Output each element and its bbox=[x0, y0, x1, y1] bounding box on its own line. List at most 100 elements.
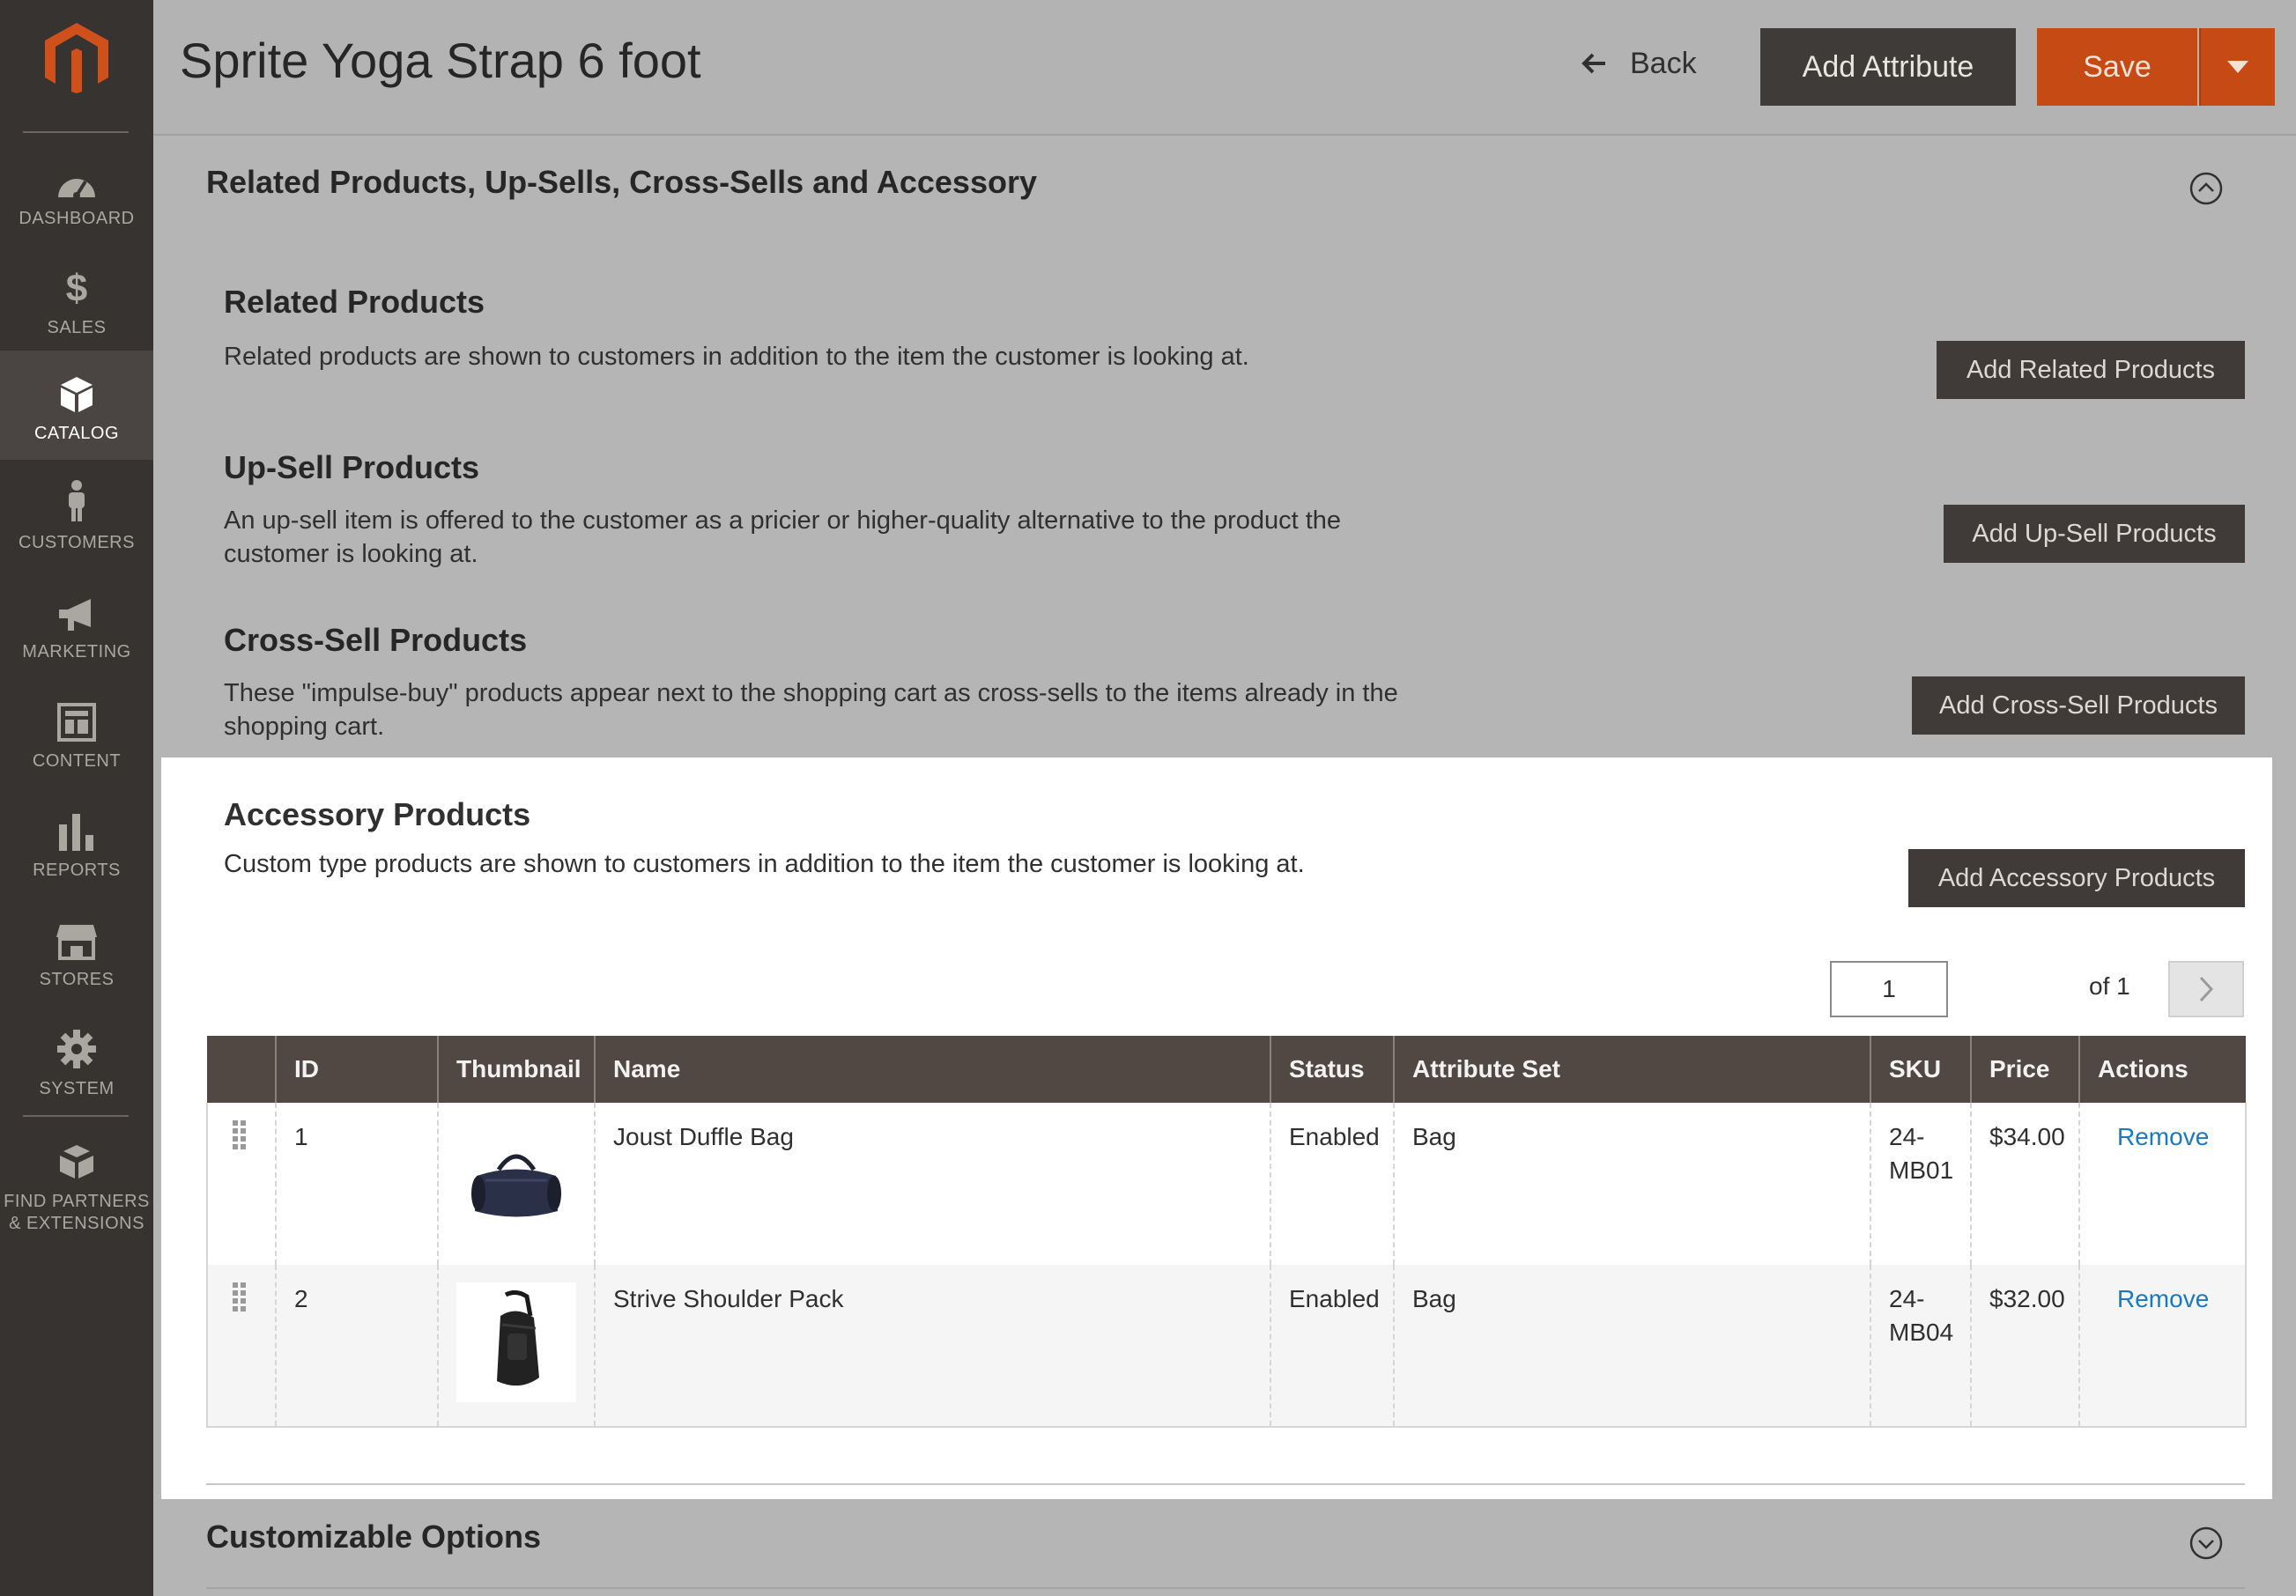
add-upsell-products-button[interactable]: Add Up-Sell Products bbox=[1944, 505, 2245, 563]
megaphone-icon bbox=[56, 588, 98, 632]
sidebar-label: & EXTENSIONS bbox=[9, 1214, 144, 1233]
grid-header-row: ID Thumbnail Name Status Attribute Set S… bbox=[207, 1036, 2246, 1103]
drag-handle[interactable] bbox=[206, 1103, 276, 1265]
sidebar-item-content[interactable]: CONTENT bbox=[0, 678, 153, 787]
caret-down-icon bbox=[2227, 61, 2248, 73]
admin-sidebar: DASHBOARD $ SALES CATALOG CUSTOMERS MARK… bbox=[0, 0, 153, 1596]
cell-status: Enabled bbox=[1270, 1103, 1394, 1265]
page-header: Sprite Yoga Strap 6 foot Back Add Attrib… bbox=[153, 0, 2296, 136]
chevron-right-icon bbox=[2199, 976, 2214, 1002]
column-header-id[interactable]: ID bbox=[275, 1036, 438, 1103]
sidebar-item-customers[interactable]: CUSTOMERS bbox=[0, 460, 153, 569]
gear-icon bbox=[56, 1025, 97, 1069]
table-row: 2 Strive Shoulder Pack Enabled Bag 24- M… bbox=[206, 1265, 2247, 1428]
drag-handle[interactable] bbox=[206, 1265, 276, 1428]
sidebar-item-stores[interactable]: STORES bbox=[0, 897, 153, 1006]
expand-section-icon[interactable] bbox=[2189, 1526, 2224, 1561]
table-row: 1 Joust Duffle Bag Enabled Bag 24- MB01 bbox=[206, 1103, 2247, 1265]
upsell-products-title: Up-Sell Products bbox=[224, 449, 480, 485]
drag-grip-icon bbox=[233, 1120, 246, 1149]
cell-name: Strive Shoulder Pack bbox=[594, 1265, 1270, 1428]
cell-attribute-set: Bag bbox=[1393, 1103, 1870, 1265]
sidebar-label: CATALOG bbox=[33, 424, 120, 443]
shoulder-pack-image bbox=[497, 1289, 539, 1386]
section-divider bbox=[206, 1483, 2245, 1485]
add-related-products-button[interactable]: Add Related Products bbox=[1937, 341, 2245, 399]
cell-attribute-set: Bag bbox=[1393, 1265, 1870, 1428]
bar-chart-icon bbox=[57, 807, 96, 851]
cell-actions: Remove bbox=[2078, 1265, 2247, 1428]
column-header-thumbnail[interactable]: Thumbnail bbox=[437, 1036, 595, 1103]
crosssell-products-desc: These "impulse-buy" products appear next… bbox=[224, 679, 1398, 741]
cell-thumbnail bbox=[437, 1265, 595, 1428]
sidebar-item-reports[interactable]: REPORTS bbox=[0, 787, 153, 897]
drag-column-header bbox=[207, 1036, 276, 1103]
save-dropdown-toggle[interactable] bbox=[2199, 28, 2275, 106]
collapse-section-icon[interactable] bbox=[2189, 171, 2224, 206]
add-crosssell-products-button[interactable]: Add Cross-Sell Products bbox=[1912, 676, 2245, 735]
drag-grip-icon bbox=[233, 1282, 246, 1312]
cell-sku: 24- MB04 bbox=[1870, 1265, 1971, 1428]
remove-link[interactable]: Remove bbox=[2117, 1123, 2209, 1150]
column-header-price[interactable]: Price bbox=[1970, 1036, 2079, 1103]
cell-sku: 24- MB01 bbox=[1870, 1103, 1971, 1265]
remove-link[interactable]: Remove bbox=[2117, 1285, 2209, 1312]
sidebar-label: FIND PARTNERS bbox=[4, 1192, 150, 1211]
cell-name: Joust Duffle Bag bbox=[594, 1103, 1270, 1265]
accessory-products-title: Accessory Products bbox=[224, 796, 531, 832]
upsell-products-desc: An up-sell item is offered to the custom… bbox=[224, 506, 1342, 568]
sidebar-label: CUSTOMERS bbox=[19, 533, 135, 552]
sidebar-item-partners[interactable]: FIND PARTNERS & EXTENSIONS bbox=[0, 1119, 153, 1251]
sidebar-label: CONTENT bbox=[32, 751, 122, 771]
sidebar-label: SALES bbox=[47, 318, 107, 337]
duffle-bag-image bbox=[471, 1154, 561, 1217]
cell-price: $32.00 bbox=[1970, 1265, 2079, 1428]
column-header-name[interactable]: Name bbox=[594, 1036, 1270, 1103]
related-products-desc: Related products are shown to customers … bbox=[224, 343, 1249, 371]
crosssell-products-title: Cross-Sell Products bbox=[224, 622, 528, 658]
back-label: Back bbox=[1630, 46, 1697, 80]
sidebar-label: DASHBOARD bbox=[19, 209, 135, 228]
customizable-options-title[interactable]: Customizable Options bbox=[206, 1518, 541, 1555]
box-icon bbox=[59, 370, 94, 414]
page-title: Sprite Yoga Strap 6 foot bbox=[180, 33, 701, 88]
related-products-title: Related Products bbox=[224, 284, 485, 320]
sidebar-item-sales[interactable]: $ SALES bbox=[0, 245, 153, 354]
column-header-attribute-set[interactable]: Attribute Set bbox=[1393, 1036, 1870, 1103]
magento-logo[interactable] bbox=[41, 21, 112, 93]
sku-line: MB04 bbox=[1889, 1319, 1954, 1346]
layout-icon bbox=[57, 698, 96, 742]
sidebar-label: SYSTEM bbox=[39, 1079, 115, 1098]
sidebar-label: REPORTS bbox=[33, 861, 121, 880]
add-attribute-button[interactable]: Add Attribute bbox=[1760, 28, 2016, 106]
pager-next-button[interactable] bbox=[2168, 961, 2244, 1017]
section-title[interactable]: Related Products, Up-Sells, Cross-Sells … bbox=[206, 164, 1037, 201]
cell-price: $34.00 bbox=[1970, 1103, 2079, 1265]
column-header-status[interactable]: Status bbox=[1270, 1036, 1394, 1103]
back-button[interactable]: Back bbox=[1581, 39, 1697, 88]
save-button[interactable]: Save bbox=[2037, 28, 2197, 106]
add-accessory-products-button[interactable]: Add Accessory Products bbox=[1908, 849, 2245, 907]
accessory-products-grid: ID Thumbnail Name Status Attribute Set S… bbox=[206, 1036, 2247, 1428]
accessory-products-desc: Custom type products are shown to custom… bbox=[224, 850, 1305, 878]
pager-page-input[interactable] bbox=[1830, 961, 1948, 1017]
sidebar-label: STORES bbox=[39, 970, 115, 989]
sidebar-item-dashboard[interactable]: DASHBOARD bbox=[0, 136, 153, 245]
sku-line: MB01 bbox=[1889, 1156, 1954, 1184]
sidebar-item-catalog[interactable]: CATALOG bbox=[0, 351, 153, 460]
sku-line: 24- bbox=[1889, 1123, 1925, 1150]
person-icon bbox=[65, 479, 88, 523]
section-divider bbox=[206, 1587, 2245, 1589]
column-header-sku[interactable]: SKU bbox=[1870, 1036, 1971, 1103]
cubes-icon bbox=[55, 1138, 99, 1182]
sidebar-item-marketing[interactable]: MARKETING bbox=[0, 569, 153, 678]
storefront-icon bbox=[55, 916, 99, 960]
sidebar-label: MARKETING bbox=[22, 642, 131, 661]
sku-line: 24- bbox=[1889, 1285, 1925, 1312]
cell-status: Enabled bbox=[1270, 1265, 1394, 1428]
sidebar-item-system[interactable]: SYSTEM bbox=[0, 1006, 153, 1115]
cell-actions: Remove bbox=[2078, 1103, 2247, 1265]
cell-id: 1 bbox=[275, 1103, 438, 1265]
sidebar-divider bbox=[23, 1115, 129, 1117]
cell-thumbnail bbox=[437, 1103, 595, 1265]
